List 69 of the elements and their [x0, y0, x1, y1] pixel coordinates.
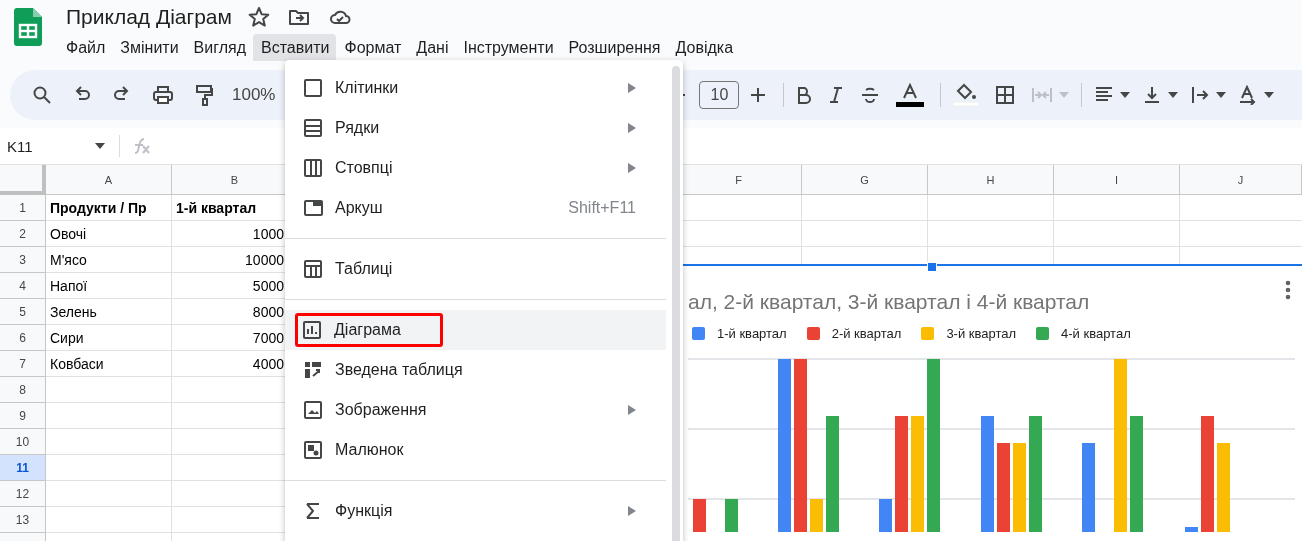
row-header[interactable]: 7 — [0, 351, 46, 377]
menu-option-label: Таблиці — [335, 260, 393, 278]
table-cell-text: Ковбаси — [49, 355, 105, 374]
legend-label: 2-й квартал — [831, 326, 902, 341]
menu-option-label: Малюнок — [335, 441, 404, 459]
table-cell-text: 5000 — [251, 277, 285, 296]
menu-option[interactable]: Клітинки — [285, 68, 666, 108]
menu-item[interactable]: Вигляд — [185, 34, 254, 61]
row-header[interactable]: 6 — [0, 325, 46, 351]
column-header[interactable]: G — [802, 165, 928, 195]
menu-option[interactable]: Зображення — [285, 390, 666, 430]
menu-item[interactable]: Дані — [408, 34, 456, 61]
menu-option[interactable]: Малюнок — [285, 430, 666, 470]
table-cell-text: 1000 — [251, 225, 285, 244]
table-cell-text: 7000 — [251, 329, 285, 348]
column-header[interactable]: A — [46, 165, 172, 195]
menu-option[interactable]: Таблиці — [285, 249, 666, 289]
menu-item[interactable]: Розширення — [560, 34, 668, 61]
row-header[interactable]: 8 — [0, 377, 46, 403]
row-header[interactable]: 5 — [0, 299, 46, 325]
legend-label: 3-й квартал — [946, 326, 1017, 341]
menu-option-label: Функція — [335, 502, 393, 520]
table-cell-text: 10000 — [244, 251, 285, 270]
menu-option-label: Стовпці — [335, 159, 393, 177]
row-header[interactable]: 2 — [0, 221, 46, 247]
zoom-level[interactable]: 100% — [232, 85, 276, 105]
table-cell-text: Продукти / Пр — [49, 199, 148, 218]
menu-option[interactable]: Функція — [285, 491, 666, 531]
table-cell-text: Овочі — [49, 225, 88, 244]
menu-item[interactable]: Файл — [58, 34, 113, 61]
menu-option[interactable]: Діаграма — [285, 310, 666, 350]
table-cell-text: М'ясо — [49, 251, 88, 270]
table-cell-text: Сири — [49, 329, 85, 348]
row-header[interactable]: 10 — [0, 429, 46, 455]
row-header[interactable]: 12 — [0, 481, 46, 507]
table-cell-text: 4000 — [251, 355, 285, 374]
row-header[interactable]: 9 — [0, 403, 46, 429]
column-header[interactable]: I — [1054, 165, 1180, 195]
menu-option-label: Діаграма — [334, 321, 401, 339]
menu-option-label: Рядки — [335, 119, 380, 137]
table-cell-text: Зелень — [49, 303, 98, 322]
menu-option-label: Зведена таблиця — [335, 361, 463, 379]
row-header[interactable]: 4 — [0, 273, 46, 299]
row-header[interactable]: 3 — [0, 247, 46, 273]
shortcut-text: Shift+F11 — [568, 199, 636, 217]
table-cell-text: 8000 — [251, 303, 285, 322]
column-header[interactable]: J — [1180, 165, 1302, 195]
cell-reference[interactable]: K11 — [7, 137, 93, 155]
font-size-field[interactable]: 10 — [699, 81, 740, 109]
menu-item[interactable]: Вставити — [253, 34, 337, 61]
legend-label: 4-й квартал — [1061, 326, 1131, 341]
row-header[interactable]: 13 — [0, 507, 46, 533]
menu-item[interactable]: Довідка — [667, 34, 741, 61]
menu-item[interactable]: Інструменти — [455, 34, 561, 61]
legend-label: 1-й квартал — [717, 326, 787, 341]
menu-option[interactable]: Зведена таблиця — [285, 350, 666, 390]
row-header[interactable]: 1 — [0, 195, 46, 221]
table-cell-text: Напої — [49, 277, 89, 296]
menu-option-label: Зображення — [335, 401, 427, 419]
menu-option[interactable]: Рядки — [285, 108, 666, 148]
column-header[interactable]: H — [928, 165, 1054, 195]
menu-item[interactable]: Змінити — [112, 34, 186, 61]
chart-title: ал, 2-й квартал, 3-й квартал і 4-й квартал — [687, 290, 1090, 314]
menu-option-label: Аркуш — [335, 199, 383, 217]
row-header[interactable]: 11 — [0, 455, 46, 481]
menu-item[interactable]: Формат — [336, 34, 409, 61]
menu-option-label: Клітинки — [335, 79, 399, 97]
document-title[interactable]: Приклад Діаграм — [66, 5, 232, 29]
table-cell-text: 1-й квартал — [175, 199, 258, 218]
